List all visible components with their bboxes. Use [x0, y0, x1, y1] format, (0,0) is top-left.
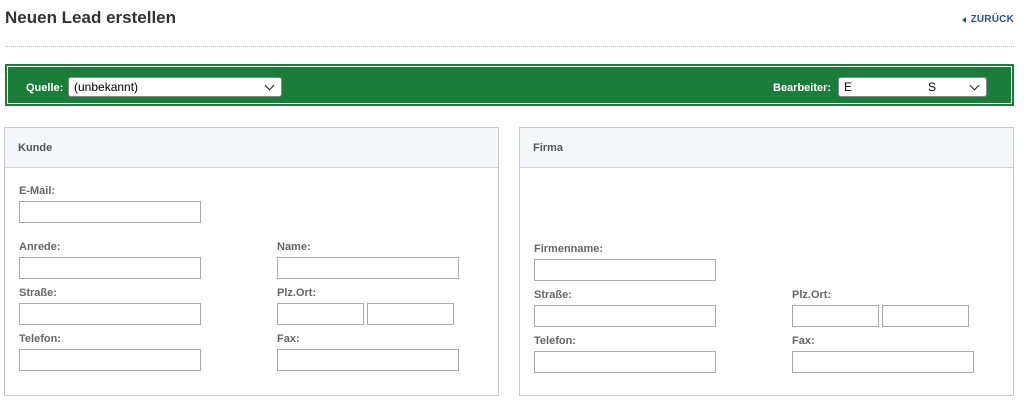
- phone-label: Telefon:: [19, 333, 61, 345]
- assignee-value-end: S: [928, 79, 937, 94]
- company-street-label: Straße:: [534, 289, 572, 301]
- fax-label: Fax:: [277, 333, 300, 345]
- company-label: Firmenname:: [534, 243, 604, 255]
- company-zipcity-label: Plz.Ort:: [792, 289, 832, 301]
- chevron-down-icon: [264, 80, 275, 90]
- street-label: Straße:: [19, 287, 57, 299]
- redacted-block: [852, 80, 929, 95]
- caret-left-icon: [961, 16, 966, 23]
- assignee-label: Bearbeiter:: [773, 82, 832, 94]
- zip-field[interactable]: [277, 303, 364, 325]
- source-label: Quelle:: [26, 82, 64, 94]
- company-zip-field[interactable]: [792, 305, 879, 327]
- zipcity-label: Plz.Ort:: [277, 287, 317, 299]
- kunde-panel-title: Kunde: [5, 128, 498, 168]
- fax-field[interactable]: [277, 349, 459, 371]
- company-street-field[interactable]: [534, 305, 716, 327]
- company-field[interactable]: [534, 259, 716, 281]
- company-phone-field[interactable]: [534, 351, 716, 373]
- back-link-label: ZURÜCK: [970, 14, 1014, 25]
- source-select-value: (unbekannt): [74, 80, 139, 94]
- assignee-select[interactable]: ES: [838, 77, 987, 97]
- name-field[interactable]: [277, 257, 459, 279]
- firma-panel: Firma Firmenname: Straße: Plz.Ort: Telef…: [519, 127, 1014, 396]
- city-field[interactable]: [367, 303, 454, 325]
- email-label: E-Mail:: [19, 185, 56, 197]
- company-fax-label: Fax:: [792, 335, 815, 347]
- salutation-field[interactable]: [19, 257, 201, 279]
- assignee-value-start: E: [844, 79, 853, 94]
- source-select[interactable]: (unbekannt): [68, 77, 282, 97]
- phone-field[interactable]: [19, 349, 201, 371]
- name-label: Name:: [277, 241, 311, 253]
- street-field[interactable]: [19, 303, 201, 325]
- company-fax-field[interactable]: [792, 351, 974, 373]
- back-link[interactable]: ZURÜCK: [961, 14, 1014, 25]
- lead-toolbar: Quelle: (unbekannt) Bearbeiter: ES: [5, 64, 1014, 106]
- header-divider: [5, 46, 1014, 47]
- firma-panel-title: Firma: [520, 128, 1013, 168]
- company-phone-label: Telefon:: [534, 335, 576, 347]
- assignee-select-value: ES: [844, 80, 971, 95]
- chevron-down-icon: [969, 80, 980, 90]
- salutation-label: Anrede:: [19, 241, 61, 253]
- email-field[interactable]: [19, 201, 201, 223]
- kunde-panel: Kunde E-Mail: Anrede: Name: Straße: Plz.…: [4, 127, 499, 396]
- page-title: Neuen Lead erstellen: [5, 8, 177, 27]
- company-city-field[interactable]: [882, 305, 969, 327]
